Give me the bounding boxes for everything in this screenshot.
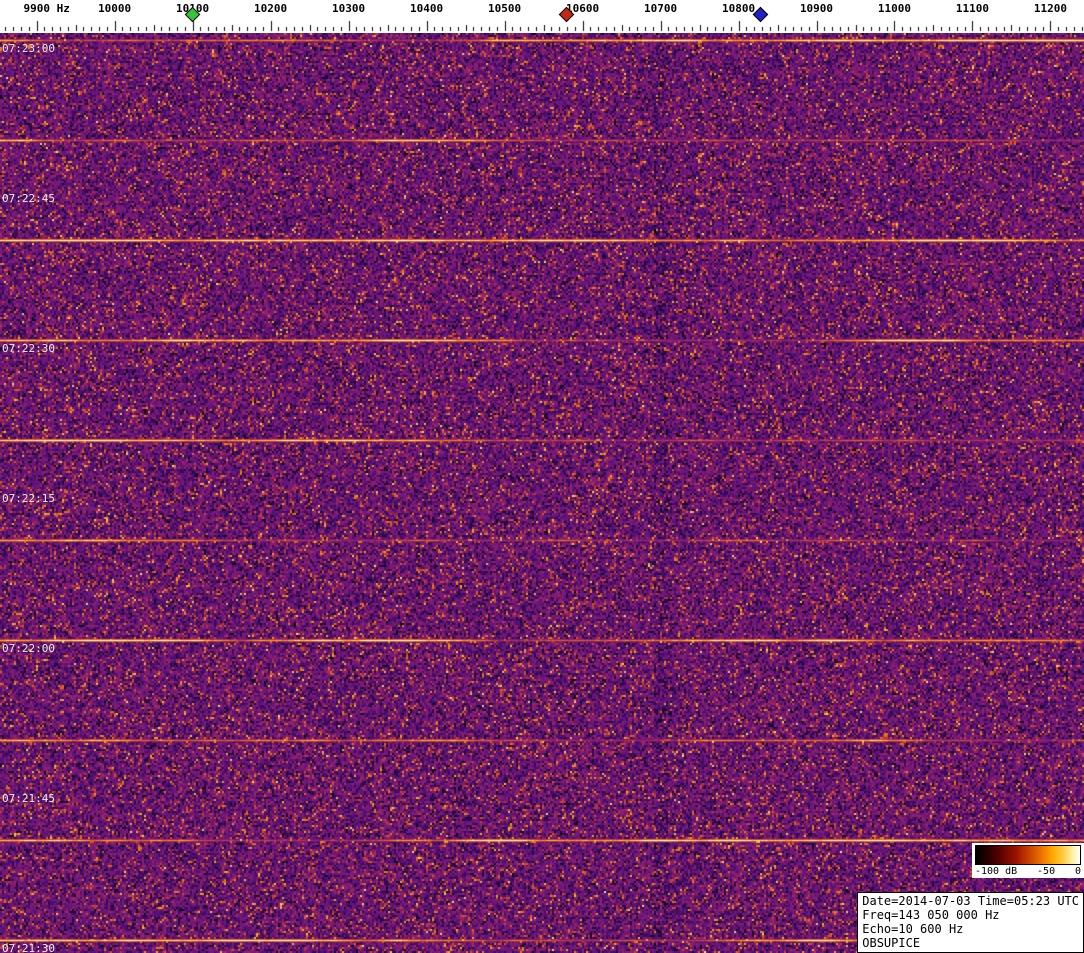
freq-tick-label: 10800 — [721, 2, 756, 15]
freq-tick-label: 11200 — [1033, 2, 1068, 15]
freq-tick-label: 10000 — [98, 2, 132, 15]
freq-tick-label: 10500 — [488, 2, 522, 15]
info-date-time: Date=2014-07-03 Time=05:23 UTC — [862, 894, 1079, 908]
freq-tick-label: 11000 — [877, 2, 912, 15]
spectrogram-canvas — [0, 33, 1084, 953]
colorbar-gradient — [975, 845, 1081, 865]
freq-tick-label: 10700 — [643, 2, 678, 15]
spectrogram-screen: 9900 Hz100001010010200103001040010500106… — [0, 0, 1084, 953]
time-label: 07:21:30 — [2, 942, 55, 953]
freq-tick-label: 10900 — [799, 2, 834, 15]
freq-tick-label: 10400 — [410, 2, 444, 15]
time-label: 07:22:45 — [2, 192, 55, 205]
info-frequency: Freq=143 050 000 Hz — [862, 908, 1000, 922]
colorbar: -100 dB -50 0 — [972, 843, 1084, 878]
time-label: 07:22:15 — [2, 492, 55, 505]
time-label: 07:21:45 — [2, 792, 55, 805]
info-echo: Echo=10 600 Hz — [862, 922, 964, 936]
freq-tick-label: 10300 — [332, 2, 366, 15]
time-label: 07:23:00 — [2, 42, 55, 55]
colorbar-labels: -100 dB -50 0 — [975, 866, 1081, 877]
colorbar-label-max: 0 — [1074, 866, 1081, 877]
colorbar-label-mid: -50 — [1037, 866, 1056, 877]
freq-tick-label: 9900 Hz — [23, 2, 70, 15]
time-label: 07:22:00 — [2, 642, 55, 655]
spectrogram-area: 07:23:00 07:22:45 07:22:30 07:22:15 07:22:00… — [0, 33, 1084, 953]
time-label: 07:22:30 — [2, 342, 55, 355]
freq-tick-label: 11100 — [955, 2, 990, 15]
colorbar-label-min: -100 dB — [975, 866, 1018, 877]
info-box: Date=2014-07-03 Time=05:23 UTC Freq=143 … — [857, 892, 1084, 953]
frequency-ruler: 9900 Hz100001010010200103001040010500106… — [0, 0, 1084, 33]
frequency-ruler-ticks — [0, 0, 1084, 33]
info-station: OBSUPICE — [862, 936, 921, 950]
freq-tick-label: 10200 — [254, 2, 288, 15]
